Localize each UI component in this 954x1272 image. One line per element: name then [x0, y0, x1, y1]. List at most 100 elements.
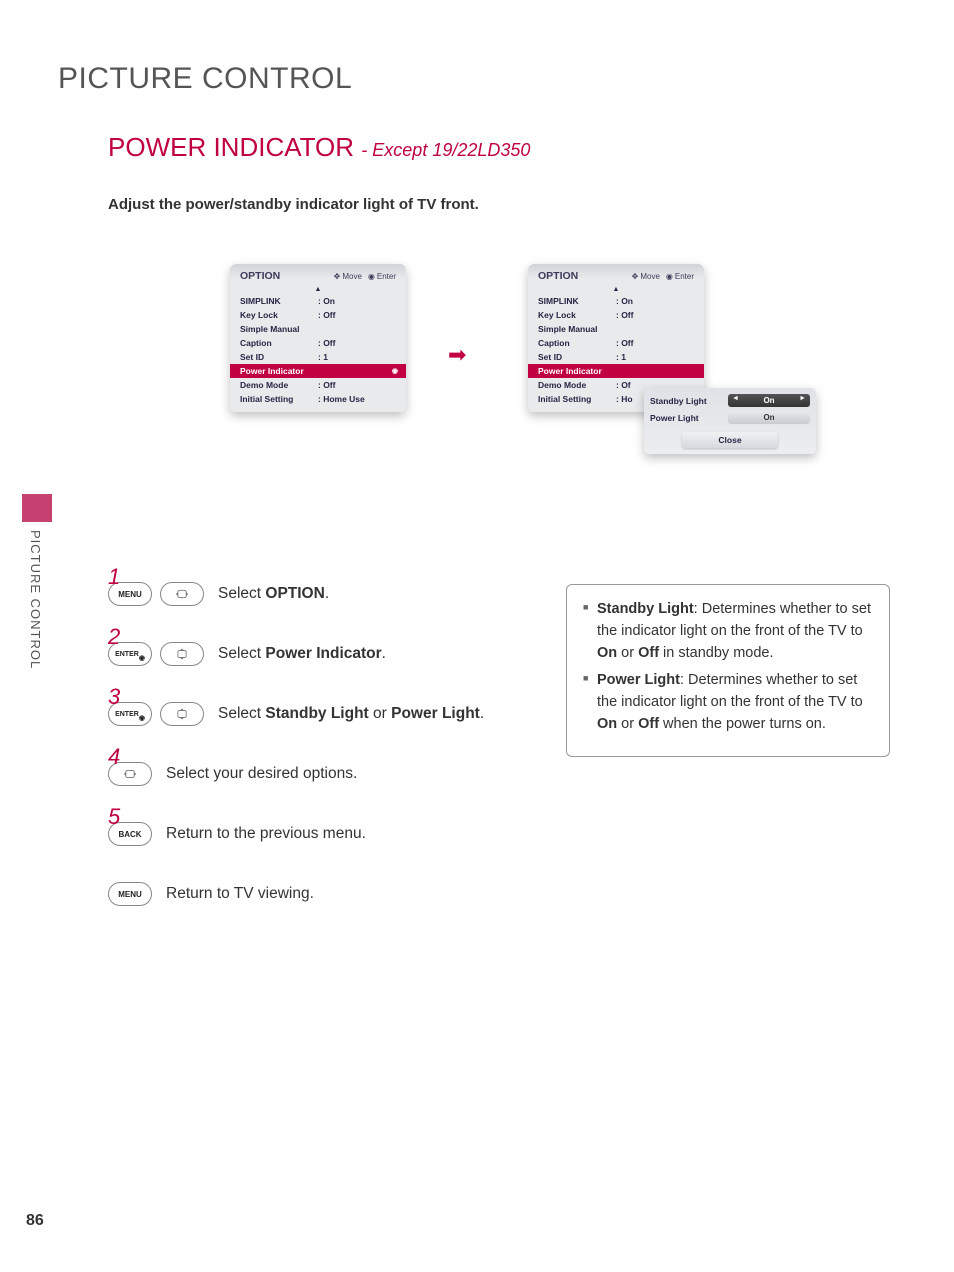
osd-row-label: Initial Setting [240, 394, 318, 404]
osd-row-selected: Power Indicator [230, 364, 406, 378]
osd-row-selected: Power Indicator [528, 364, 704, 378]
osd-row-label: SIMPLINK [538, 296, 616, 306]
osd-scroll-up-icon: ▲ [528, 286, 704, 294]
step-text-bold2: Power Light [391, 705, 480, 722]
info-off: Off [638, 716, 659, 732]
osd-row: SIMPLINK: On [230, 294, 406, 308]
section-subtitle: - Except 19/22LD350 [361, 140, 530, 160]
popup-option: On [728, 411, 810, 424]
enter-label: ENTER [115, 650, 139, 659]
osd-row-value: : 1 [616, 352, 694, 362]
section-title-main: POWER INDICATOR [108, 132, 354, 162]
info-term: Standby Light [597, 601, 694, 617]
osd-hint-enter: Enter [675, 272, 694, 281]
popup-close-row: Close [650, 432, 810, 448]
osd-popup: Standby Light ◄ On ► Power Light On Clos… [644, 388, 816, 454]
info-box: Standby Light: Determines whether to set… [566, 584, 890, 757]
osd-row-label: Caption [240, 338, 318, 348]
step-2: 2 ENTER◉ Select Power Indicator. [108, 642, 548, 666]
osd-row-value: : 1 [318, 352, 396, 362]
step-3: 3 ENTER◉ Select Standby Light or Power L… [108, 702, 548, 726]
page-number: 86 [26, 1212, 44, 1230]
osd-hint-move: Move [640, 272, 660, 281]
osd-row-label: Key Lock [240, 310, 318, 320]
osd-row-value: : Off [318, 310, 396, 320]
step-number: 2 [108, 624, 120, 650]
osd-hint-enter: Enter [377, 272, 396, 281]
dpad-vertical-icon [160, 702, 204, 726]
page-title: PICTURE CONTROL [58, 62, 352, 96]
osd-row-label: Set ID [240, 352, 318, 362]
osd-row: Key Lock: Off [528, 308, 704, 322]
osd-row-label: Demo Mode [240, 380, 318, 390]
osd-row-label: Caption [538, 338, 616, 348]
enter-icon: ◉ [666, 272, 673, 281]
osd-row-label: Simple Manual [240, 324, 318, 334]
step-text-prefix: Select [218, 705, 265, 722]
osd-row: Caption: Off [528, 336, 704, 350]
popup-option-value: On [763, 396, 774, 405]
arrow-right-icon: ➡ [448, 342, 466, 368]
osd-row: Initial Setting: Home Use [230, 392, 406, 412]
osd-header-title: OPTION [240, 270, 334, 282]
osd-row: Simple Manual [230, 322, 406, 336]
side-tab-label: PICTURE CONTROL [28, 530, 43, 669]
osd-row-value: : On [318, 296, 396, 306]
popup-row-label: Standby Light [650, 396, 722, 406]
dpad-vertical-icon [160, 642, 204, 666]
step-text-prefix: Select [218, 585, 265, 602]
steps-list: 1 MENU Select OPTION. 2 ENTER◉ Select Po… [108, 582, 548, 942]
step-text: Select Standby Light or Power Light. [218, 705, 484, 723]
step-text-prefix: Select [218, 645, 265, 662]
step-number: 4 [108, 744, 120, 770]
osd-row-value: : Off [616, 310, 694, 320]
step-5: 5 BACK Return to the previous menu. [108, 822, 548, 846]
popup-option-selected: ◄ On ► [728, 394, 810, 407]
osd-row-label: Demo Mode [538, 380, 616, 390]
osd-row-value: : On [616, 296, 694, 306]
info-desc-b: when the power turns on. [659, 716, 826, 732]
info-on: On [597, 716, 617, 732]
osd-row: Caption: Off [230, 336, 406, 350]
osd-panel-left: OPTION ✥ Move ◉ Enter ▲ SIMPLINK: On Key… [230, 264, 406, 412]
osd-row: Key Lock: Off [230, 308, 406, 322]
step-text: Select OPTION. [218, 585, 329, 603]
step-text-suffix: . [382, 645, 386, 662]
step-text: Select your desired options. [166, 765, 357, 783]
step-text: Return to the previous menu. [166, 825, 366, 843]
osd-row-value: : Off [616, 338, 694, 348]
popup-row-label: Power Light [650, 413, 722, 423]
osd-row-label: Simple Manual [538, 324, 616, 334]
move-icon: ✥ [632, 272, 639, 281]
osd-row-label: Power Indicator [240, 366, 318, 376]
info-or: or [617, 645, 638, 661]
osd-row-label: Power Indicator [538, 366, 616, 376]
step-1: 1 MENU Select OPTION. [108, 582, 548, 606]
enter-icon: ◉ [368, 272, 375, 281]
osd-row: Set ID: 1 [230, 350, 406, 364]
info-or: or [617, 716, 638, 732]
popup-option-value: On [763, 413, 774, 422]
osd-row-label: Set ID [538, 352, 616, 362]
move-icon: ✥ [334, 272, 341, 281]
step-4: 4 Select your desired options. [108, 762, 548, 786]
step-number: 3 [108, 684, 120, 710]
step-number: 5 [108, 804, 120, 830]
step-number: 1 [108, 564, 120, 590]
info-off: Off [638, 645, 659, 661]
info-on: On [597, 645, 617, 661]
osd-row-label: Initial Setting [538, 394, 616, 404]
step-text-bold: Standby Light [265, 705, 368, 722]
osd-header-hints: ✥ Move ◉ Enter [334, 272, 396, 281]
osd-hint-move: Move [342, 272, 362, 281]
enter-label: ENTER [115, 710, 139, 719]
info-item: Power Light: Determines whether to set t… [583, 670, 873, 735]
popup-close-button: Close [682, 432, 778, 448]
osd-row: Set ID: 1 [528, 350, 704, 364]
osd-row: Simple Manual [528, 322, 704, 336]
popup-row: Standby Light ◄ On ► [650, 394, 810, 407]
side-tab: PICTURE CONTROL [22, 494, 52, 704]
osd-row-value: : Off [318, 338, 396, 348]
osd-scroll-up-icon: ▲ [230, 286, 406, 294]
osd-row: Demo Mode: Off [230, 378, 406, 392]
